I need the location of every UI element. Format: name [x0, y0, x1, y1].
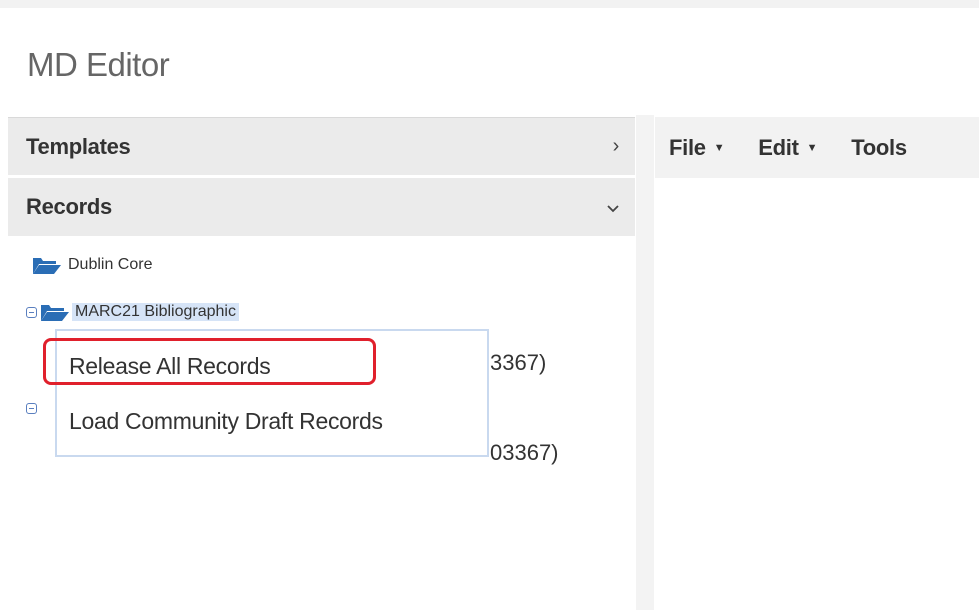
pane-splitter[interactable] [636, 115, 654, 610]
records-label: Records [26, 194, 112, 219]
file-menu[interactable]: File ▼ [669, 134, 725, 161]
edit-menu[interactable]: Edit ▼ [758, 135, 817, 161]
record-id-partial[interactable]: 3367) [490, 350, 546, 376]
file-menu-label: File [669, 134, 706, 160]
folder-open-icon [40, 302, 70, 322]
edit-menu-label: Edit [758, 134, 799, 160]
templates-label: Templates [26, 133, 131, 159]
templates-section-header[interactable]: Templates › [8, 117, 635, 175]
highlight-annotation [43, 338, 376, 385]
tree-node-marc21[interactable]: MARC21 Bibliographic [26, 302, 239, 322]
editor-toolbar: File ▼ Edit ▼ Tools [655, 117, 979, 178]
collapse-icon[interactable] [26, 403, 37, 414]
records-section-header[interactable]: Records [8, 178, 635, 236]
caret-down-icon: ▼ [713, 141, 725, 154]
chevron-down-icon[interactable] [607, 196, 619, 219]
tree-node-label: MARC21 Bibliographic [72, 303, 239, 321]
load-community-draft-records-menu-item[interactable]: Load Community Draft Records [69, 408, 383, 435]
chevron-right-icon[interactable]: › [613, 135, 620, 158]
caret-down-icon: ▼ [806, 141, 818, 154]
folder-open-icon [32, 255, 62, 275]
tree-node-label: Dublin Core [68, 256, 153, 273]
tree-node-collapsed[interactable] [26, 403, 40, 414]
record-id-partial[interactable]: 03367) [490, 440, 559, 466]
collapse-icon[interactable] [26, 306, 37, 318]
top-bar [0, 0, 979, 8]
tools-menu[interactable]: Tools [851, 135, 907, 161]
tools-menu-label: Tools [851, 134, 907, 160]
page-title: MD Editor [27, 46, 170, 83]
tree-node-dublin-core[interactable]: Dublin Core [32, 255, 152, 275]
